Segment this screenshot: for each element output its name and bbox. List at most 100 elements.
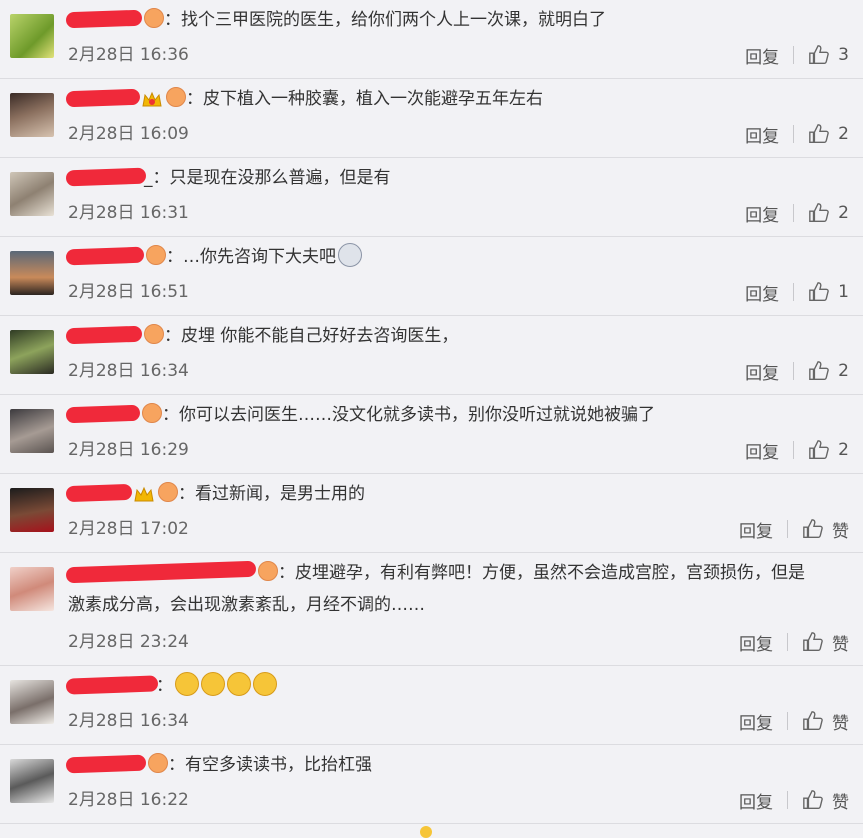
comment-item: ：找个三甲医院的医生，给你们两个人上一次课，就明白了 2月28日 16:36 回… xyxy=(0,0,863,79)
thumbs-up-icon[interactable] xyxy=(802,710,824,732)
comment-item: ：皮下植入一种胶囊，植入一次能避孕五年左右 2月28日 16:09 回复 2 xyxy=(0,79,863,158)
comment-text: 皮埋 你能不能自己好好去咨询医生， xyxy=(181,326,459,346)
comment-text: 找个三甲医院的医生，给你们两个人上一次课，就明白了 xyxy=(181,10,606,30)
comment-item: _：只是现在没那么普遍，但是有 2月28日 16:31 回复 2 xyxy=(0,158,863,237)
comment-time: 2月28日 16:36 xyxy=(68,45,189,65)
like-label[interactable]: 赞 xyxy=(832,630,849,655)
comment-text: 你可以去问医生……没文化就多读书，别你没听过就说她被骗了 xyxy=(179,405,655,425)
reply-button[interactable]: 回复 xyxy=(739,517,787,542)
comment-item: ：皮埋避孕，有利有弊吧！方便，虽然不会造成宫腔，宫颈损伤，但是 激素成分高，会出… xyxy=(0,553,863,666)
avatar[interactable] xyxy=(10,251,54,295)
thumbs-up-icon[interactable] xyxy=(808,123,830,145)
avatar[interactable] xyxy=(10,409,54,453)
comment-item: ：…你先咨询下大夫吧 2月28日 16:51 回复 1 xyxy=(0,237,863,316)
divider xyxy=(787,791,788,809)
laugh-cry-emoji-icon xyxy=(227,672,251,696)
comment-item: ：有空多读读书，比抬杠强 2月28日 16:22 回复 赞 xyxy=(0,745,863,824)
reply-button[interactable]: 回复 xyxy=(739,788,787,813)
divider xyxy=(793,46,795,64)
comment-text: 看过新闻，是男士用的 xyxy=(195,484,365,504)
avatar[interactable] xyxy=(10,488,54,532)
comment-time: 2月28日 16:09 xyxy=(68,124,189,144)
comment-actions: 回复 赞 xyxy=(739,517,849,542)
comment-list: ：找个三甲医院的医生，给你们两个人上一次课，就明白了 2月28日 16:36 回… xyxy=(0,0,863,824)
thumbs-up-icon[interactable] xyxy=(808,202,830,224)
member-badge-icon xyxy=(158,482,178,502)
reply-button[interactable]: 回复 xyxy=(739,630,787,655)
like-count: 2 xyxy=(838,440,849,460)
comment-actions: 回复 赞 xyxy=(739,788,849,813)
avatar[interactable] xyxy=(10,14,54,58)
comment-item: ：看过新闻，是男士用的 2月28日 17:02 回复 赞 xyxy=(0,474,863,553)
avatar[interactable] xyxy=(10,759,54,803)
thumbs-up-icon[interactable] xyxy=(808,281,830,303)
comment-time: 2月28日 16:34 xyxy=(68,361,189,381)
dog-emoji-icon xyxy=(338,243,362,267)
comment-actions: 回复 2 xyxy=(745,122,849,147)
avatar[interactable] xyxy=(10,567,54,611)
comment-time: 2月28日 16:51 xyxy=(68,282,189,302)
comment-time: 2月28日 17:02 xyxy=(68,519,189,539)
reply-button[interactable]: 回复 xyxy=(745,122,793,147)
thumbs-up-icon[interactable] xyxy=(808,44,830,66)
like-count: 2 xyxy=(838,361,849,381)
reply-button[interactable]: 回复 xyxy=(745,43,793,68)
comment-text: …你先咨询下大夫吧 xyxy=(183,247,336,267)
divider xyxy=(793,283,795,301)
thumbs-up-icon[interactable] xyxy=(802,789,824,811)
comment-text: 皮埋避孕，有利有弊吧！方便，虽然不会造成宫腔，宫颈损伤，但是 xyxy=(295,563,805,583)
comment-time: 2月28日 16:31 xyxy=(68,203,189,223)
comment-time: 2月28日 16:29 xyxy=(68,440,189,460)
avatar[interactable] xyxy=(10,172,54,216)
reply-button[interactable]: 回复 xyxy=(745,438,793,463)
reply-button[interactable]: 回复 xyxy=(745,359,793,384)
reply-button[interactable]: 回复 xyxy=(745,201,793,226)
laugh-cry-emoji-icon xyxy=(175,672,199,696)
divider xyxy=(793,125,795,143)
comment-actions: 回复 1 xyxy=(745,280,849,305)
divider xyxy=(787,712,788,730)
avatar[interactable] xyxy=(10,680,54,724)
member-badge-icon xyxy=(144,8,164,28)
thumbs-up-icon[interactable] xyxy=(802,518,824,540)
thumbs-up-icon[interactable] xyxy=(808,439,830,461)
comment-actions: 回复 2 xyxy=(745,201,849,226)
comment-item: ： 2月28日 16:34 回复 赞 xyxy=(0,666,863,745)
thumbs-up-icon[interactable] xyxy=(808,360,830,382)
comment-text: 有空多读读书，比抬杠强 xyxy=(185,755,372,775)
divider xyxy=(793,362,795,380)
next-item-emoji-icon xyxy=(420,826,432,838)
divider xyxy=(793,204,795,222)
comment-actions: 回复 2 xyxy=(745,438,849,463)
like-count: 2 xyxy=(838,124,849,144)
comment-actions: 回复 赞 xyxy=(739,709,849,734)
reply-button[interactable]: 回复 xyxy=(745,280,793,305)
avatar[interactable] xyxy=(10,330,54,374)
laugh-cry-emoji-icon xyxy=(201,672,225,696)
like-label[interactable]: 赞 xyxy=(832,788,849,813)
comment-actions: 回复 赞 xyxy=(739,630,849,655)
laugh-cry-emoji-icon xyxy=(253,672,277,696)
member-badge-icon xyxy=(148,753,168,773)
comment-text: 只是现在没那么普遍，但是有 xyxy=(169,168,391,188)
like-label[interactable]: 赞 xyxy=(832,517,849,542)
comment-item: ：皮埋 你能不能自己好好去咨询医生， 2月28日 16:34 回复 2 xyxy=(0,316,863,395)
like-count: 2 xyxy=(838,203,849,223)
divider xyxy=(793,441,795,459)
crown-icon xyxy=(134,483,154,502)
comment-actions: 回复 2 xyxy=(745,359,849,384)
like-label[interactable]: 赞 xyxy=(832,709,849,734)
comment-text-continued: 激素成分高，会出现激素紊乱，月经不调的…… xyxy=(68,595,425,615)
thumbs-up-icon[interactable] xyxy=(802,631,824,653)
crown-icon xyxy=(142,88,162,107)
comment-time: 2月28日 23:24 xyxy=(68,632,189,652)
member-badge-icon xyxy=(144,324,164,344)
like-count: 3 xyxy=(838,45,849,65)
reply-button[interactable]: 回复 xyxy=(739,709,787,734)
comment-text: 皮下植入一种胶囊，植入一次能避孕五年左右 xyxy=(203,89,543,109)
comment-item: ：你可以去问医生……没文化就多读书，别你没听过就说她被骗了 2月28日 16:2… xyxy=(0,395,863,474)
avatar[interactable] xyxy=(10,93,54,137)
member-badge-icon xyxy=(142,403,162,423)
divider xyxy=(787,633,788,651)
member-badge-icon xyxy=(166,87,186,107)
